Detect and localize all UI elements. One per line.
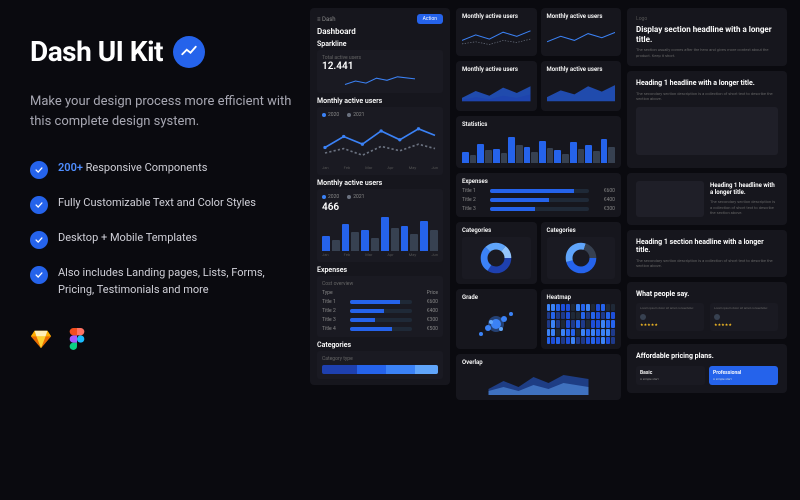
- cost-overview-label: Cost overview: [322, 281, 438, 287]
- area-chart-panel: Monthly active users: [456, 61, 537, 111]
- feature-list: 200+ Responsive Components Fully Customi…: [30, 160, 300, 298]
- expenses-title: Expenses: [317, 266, 443, 274]
- check-icon: [30, 196, 48, 214]
- line-chart: [322, 120, 438, 164]
- legend-item: 2020: [322, 112, 339, 118]
- figma-icon: [66, 328, 88, 350]
- brand-label: Logo: [636, 16, 778, 22]
- mini-chart-panel: Monthly active users: [541, 8, 622, 56]
- feature-text: Responsive Components: [83, 161, 208, 174]
- overlap-panel: Overlap: [456, 354, 621, 400]
- price-card[interactable]: BasicA simple start: [636, 366, 705, 385]
- statistics-panel: Statistics: [456, 116, 621, 168]
- landing-sub: The secondary section description is a c…: [710, 199, 778, 216]
- feature-item: Fully Customizable Text and Color Styles: [30, 195, 300, 214]
- action-button[interactable]: Action: [417, 14, 443, 24]
- heatmap-panel: Heatmap: [541, 289, 622, 349]
- feature-item: Also includes Landing pages, Lists, Form…: [30, 265, 300, 298]
- testimonial-card: Lorem ipsum dolor sit amet consectetur.★…: [710, 303, 778, 331]
- donut-panel: Categories: [541, 222, 622, 284]
- product-logo-icon: [173, 36, 205, 68]
- legend-item: 2021: [347, 194, 364, 200]
- dashboard-title: Dashboard: [317, 27, 443, 36]
- check-icon: [30, 266, 48, 284]
- landing-heading: Heading 1 headline with a longer title.: [636, 79, 778, 87]
- area-chart-panel: Monthly active users: [541, 61, 622, 111]
- check-icon: [30, 231, 48, 249]
- testimonials-title: What people say.: [636, 290, 778, 298]
- pricing-preview: Affordable pricing plans. BasicA simple …: [627, 344, 787, 392]
- landing-hero-sub: The section usually comes after the hero…: [636, 47, 778, 58]
- mau-title: Monthly active users: [317, 97, 443, 105]
- feature-item: 200+ Responsive Components: [30, 160, 300, 179]
- expenses-panel: Expenses Title 1€600 Title 2€400 Title 3…: [456, 173, 621, 217]
- landing-section-preview: Heading 1 headline with a longer title. …: [627, 173, 787, 225]
- landing-heading: Heading 1 section headline with a longer…: [636, 238, 778, 255]
- feature-text: Fully Customizable Text and Color Styles: [58, 195, 256, 212]
- image-placeholder: [636, 107, 778, 155]
- sketch-icon: [30, 328, 52, 350]
- legend-item: 2020: [322, 194, 339, 200]
- legend-item: 2021: [347, 112, 364, 118]
- landing-sub: The secondary section description is a c…: [636, 258, 778, 269]
- app-name: ≡ Dash: [317, 16, 336, 23]
- feature-highlight: 200+: [58, 161, 83, 174]
- landing-sub: The secondary section description is a c…: [636, 91, 778, 102]
- landing-heading: Heading 1 headline with a longer title.: [710, 182, 778, 196]
- landing-hero-title: Display section headline with a longer t…: [636, 25, 778, 44]
- testimonial-card: Lorem ipsum dolor sit amet consectetur.★…: [636, 303, 704, 331]
- feature-text: Desktop + Mobile Templates: [58, 230, 197, 247]
- testimonials-preview: What people say. Lorem ipsum dolor sit a…: [627, 282, 787, 339]
- mau-stat: 466: [322, 202, 438, 213]
- dashboard-preview-panel: ≡ Dash Action Dashboard Sparkline Total …: [310, 8, 450, 385]
- landing-section-preview: Heading 1 section headline with a longer…: [627, 230, 787, 277]
- sparkline-chart: [322, 74, 438, 88]
- mau-title-2: Monthly active users: [317, 179, 443, 187]
- mini-chart-panel: Monthly active users: [456, 8, 537, 56]
- check-icon: [30, 161, 48, 179]
- bar-chart: [322, 213, 438, 251]
- donut-panel: Categories: [456, 222, 537, 284]
- feature-text: Also includes Landing pages, Lists, Form…: [58, 265, 300, 298]
- landing-hero-preview: Logo Display section headline with a lon…: [627, 8, 787, 66]
- product-title: Dash UI Kit: [30, 35, 163, 68]
- landing-section-preview: Heading 1 headline with a longer title. …: [627, 71, 787, 168]
- image-placeholder: [636, 181, 704, 217]
- categories-title: Categories: [317, 341, 443, 349]
- expense-list: Title 1€600 Title 2€400 Title 3€300 Titl…: [322, 299, 438, 332]
- stacked-bar: [322, 365, 438, 374]
- sparkline-value: 12.441: [322, 61, 438, 72]
- price-card-featured[interactable]: ProfessionalA simple start: [709, 366, 778, 385]
- sparkline-label: Sparkline: [317, 40, 443, 48]
- pricing-title: Affordable pricing plans.: [636, 352, 778, 360]
- product-subtitle: Make your design process more efficient …: [30, 92, 300, 132]
- category-type-label: Category type: [322, 356, 438, 362]
- feature-item: Desktop + Mobile Templates: [30, 230, 300, 249]
- scatter-panel: Grade: [456, 289, 537, 349]
